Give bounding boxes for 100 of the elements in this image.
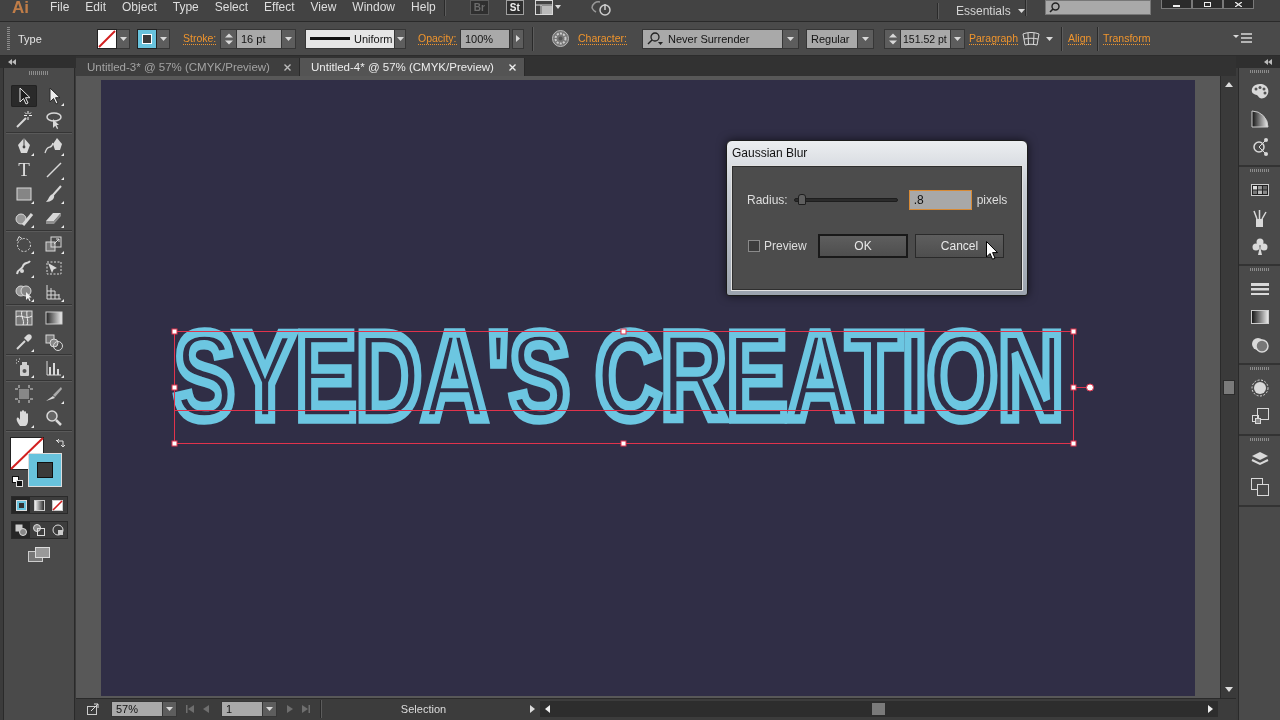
palette-icon[interactable] [1249, 82, 1270, 100]
menu-item[interactable]: View [302, 0, 345, 14]
panel-grip-icon[interactable] [1249, 70, 1270, 73]
menu-item[interactable]: Edit [77, 0, 115, 14]
spinner-button[interactable] [220, 28, 236, 49]
layers-icon[interactable] [1250, 451, 1269, 467]
opacity-field[interactable]: 100% [460, 28, 510, 49]
font-style-field[interactable]: Regular [806, 28, 858, 49]
character-link[interactable]: Character: [578, 32, 628, 45]
preview-checkbox[interactable] [748, 240, 760, 252]
panel-grip-icon[interactable] [1249, 169, 1270, 172]
dropdown-button[interactable] [858, 28, 874, 49]
stroke-link[interactable]: Stroke: [183, 32, 217, 45]
swap-arrows-icon[interactable] [55, 439, 66, 450]
stroke-swatch-icon[interactable] [137, 28, 157, 49]
vertical-scrollbar[interactable] [1220, 76, 1236, 698]
close-button[interactable] [1223, 0, 1254, 9]
layout-grid-icon[interactable] [534, 0, 561, 15]
menu-item[interactable]: Object [114, 0, 165, 14]
minimize-button[interactable] [1161, 0, 1192, 9]
paragraph-link[interactable]: Paragraph [969, 32, 1019, 45]
scrollbar-thumb[interactable] [871, 701, 886, 716]
menu-item[interactable]: Window [344, 0, 404, 14]
stroke-profile-dropdown[interactable]: Uniform [305, 28, 395, 49]
power-icon[interactable] [589, 0, 612, 16]
color-mode-button[interactable] [12, 497, 31, 513]
close-icon[interactable] [284, 63, 291, 71]
shape-builder-icon [14, 282, 34, 302]
warp-icon [14, 258, 34, 278]
no-fill-swatch-icon[interactable] [97, 28, 117, 49]
panel-menu-icon[interactable] [1233, 33, 1252, 44]
down-arrow-icon[interactable] [1224, 687, 1233, 692]
transform-link[interactable]: Transform [1103, 32, 1151, 45]
right-arrow-icon[interactable] [1208, 704, 1213, 713]
dashed-circle-icon[interactable] [1250, 379, 1269, 397]
workspace-switcher[interactable]: Essentials [956, 3, 1025, 18]
warp-grid-icon[interactable] [1022, 31, 1040, 46]
spinner-button[interactable] [884, 28, 900, 49]
up-arrow-icon[interactable] [1224, 82, 1233, 87]
dropdown-button[interactable] [282, 28, 296, 49]
app-launch-button[interactable]: St [505, 0, 524, 15]
node-circle-icon[interactable] [1250, 137, 1269, 157]
maximize-button[interactable] [1192, 0, 1223, 9]
dialog-button[interactable]: OK [818, 234, 908, 258]
panel-grip-icon[interactable] [29, 71, 49, 75]
tool-button[interactable]: T [11, 159, 37, 181]
preview-label: Preview [764, 239, 807, 253]
overlapping-shapes-icon [51, 524, 64, 536]
flyout-button[interactable] [512, 28, 524, 49]
dropdown-button[interactable] [117, 28, 130, 49]
panel-grip-icon[interactable] [7, 26, 10, 51]
align-link[interactable]: Align [1068, 32, 1092, 45]
nested-squares-icon[interactable] [1250, 407, 1269, 425]
dropdown-button[interactable] [395, 28, 406, 49]
menu-item[interactable]: File [42, 0, 78, 14]
dialog-button[interactable]: Cancel [915, 234, 1004, 258]
default-colors-icon[interactable] [12, 476, 23, 487]
dropdown-button[interactable] [157, 28, 170, 49]
opacity-link[interactable]: Opacity: [418, 32, 457, 45]
artboard-icon [14, 384, 34, 404]
dropdown-button[interactable] [783, 28, 799, 49]
panel-grip-icon[interactable] [1249, 438, 1270, 441]
double-chevron-icon[interactable] [8, 59, 16, 65]
stacked-screens-icon[interactable] [28, 547, 50, 563]
panel-grip-icon[interactable] [1249, 268, 1270, 271]
gradient-square-icon[interactable] [1250, 310, 1269, 324]
eyedropper-icon [14, 332, 34, 352]
search-field[interactable] [1045, 0, 1151, 15]
slider-thumb[interactable] [797, 194, 806, 205]
panel-grip-icon[interactable] [1249, 367, 1270, 370]
club-icon[interactable] [1250, 237, 1269, 255]
menu-item[interactable]: Select [206, 0, 257, 14]
zoom-level-field[interactable]: 57% [111, 700, 163, 717]
stroke-weight-field[interactable]: 16 pt [236, 28, 282, 49]
color-guide-icon[interactable] [1250, 110, 1269, 128]
radius-field[interactable]: .8 [908, 190, 972, 210]
menu-item[interactable]: Effect [256, 0, 303, 14]
scrollbar-thumb[interactable] [1223, 380, 1235, 395]
dropdown-button[interactable] [263, 700, 277, 717]
artboard-number-field[interactable]: 1 [221, 700, 263, 717]
font-size-field[interactable]: 151.52 pt [900, 28, 951, 49]
document-tab[interactable]: Untitled-3* @ 57% (CMYK/Preview) [76, 58, 300, 76]
menu-item[interactable]: Help [403, 0, 444, 14]
left-arrow-icon[interactable] [545, 704, 550, 713]
menu-item[interactable]: Type [164, 0, 207, 14]
double-chevron-icon[interactable] [1264, 59, 1272, 65]
tool-button[interactable] [11, 85, 37, 107]
brushes-cup-icon[interactable] [1251, 209, 1268, 227]
stroke-lines-icon[interactable] [1250, 282, 1269, 296]
swatch-grid-icon[interactable] [1250, 184, 1269, 196]
horizontal-scrollbar[interactable] [540, 700, 1218, 717]
dropdown-button[interactable] [163, 700, 177, 717]
color-wheel-icon[interactable] [552, 30, 569, 47]
overlapping-circles-icon[interactable] [1250, 336, 1269, 354]
overlapping-rectangles-icon[interactable] [1250, 478, 1269, 496]
dropdown-button[interactable] [951, 28, 965, 49]
font-family-field[interactable]: Never Surrender [642, 28, 783, 49]
export-icon[interactable] [87, 702, 99, 715]
document-tab[interactable]: Untitled-4* @ 57% (CMYK/Preview) [300, 58, 525, 76]
draw-mode-button[interactable] [12, 522, 31, 538]
